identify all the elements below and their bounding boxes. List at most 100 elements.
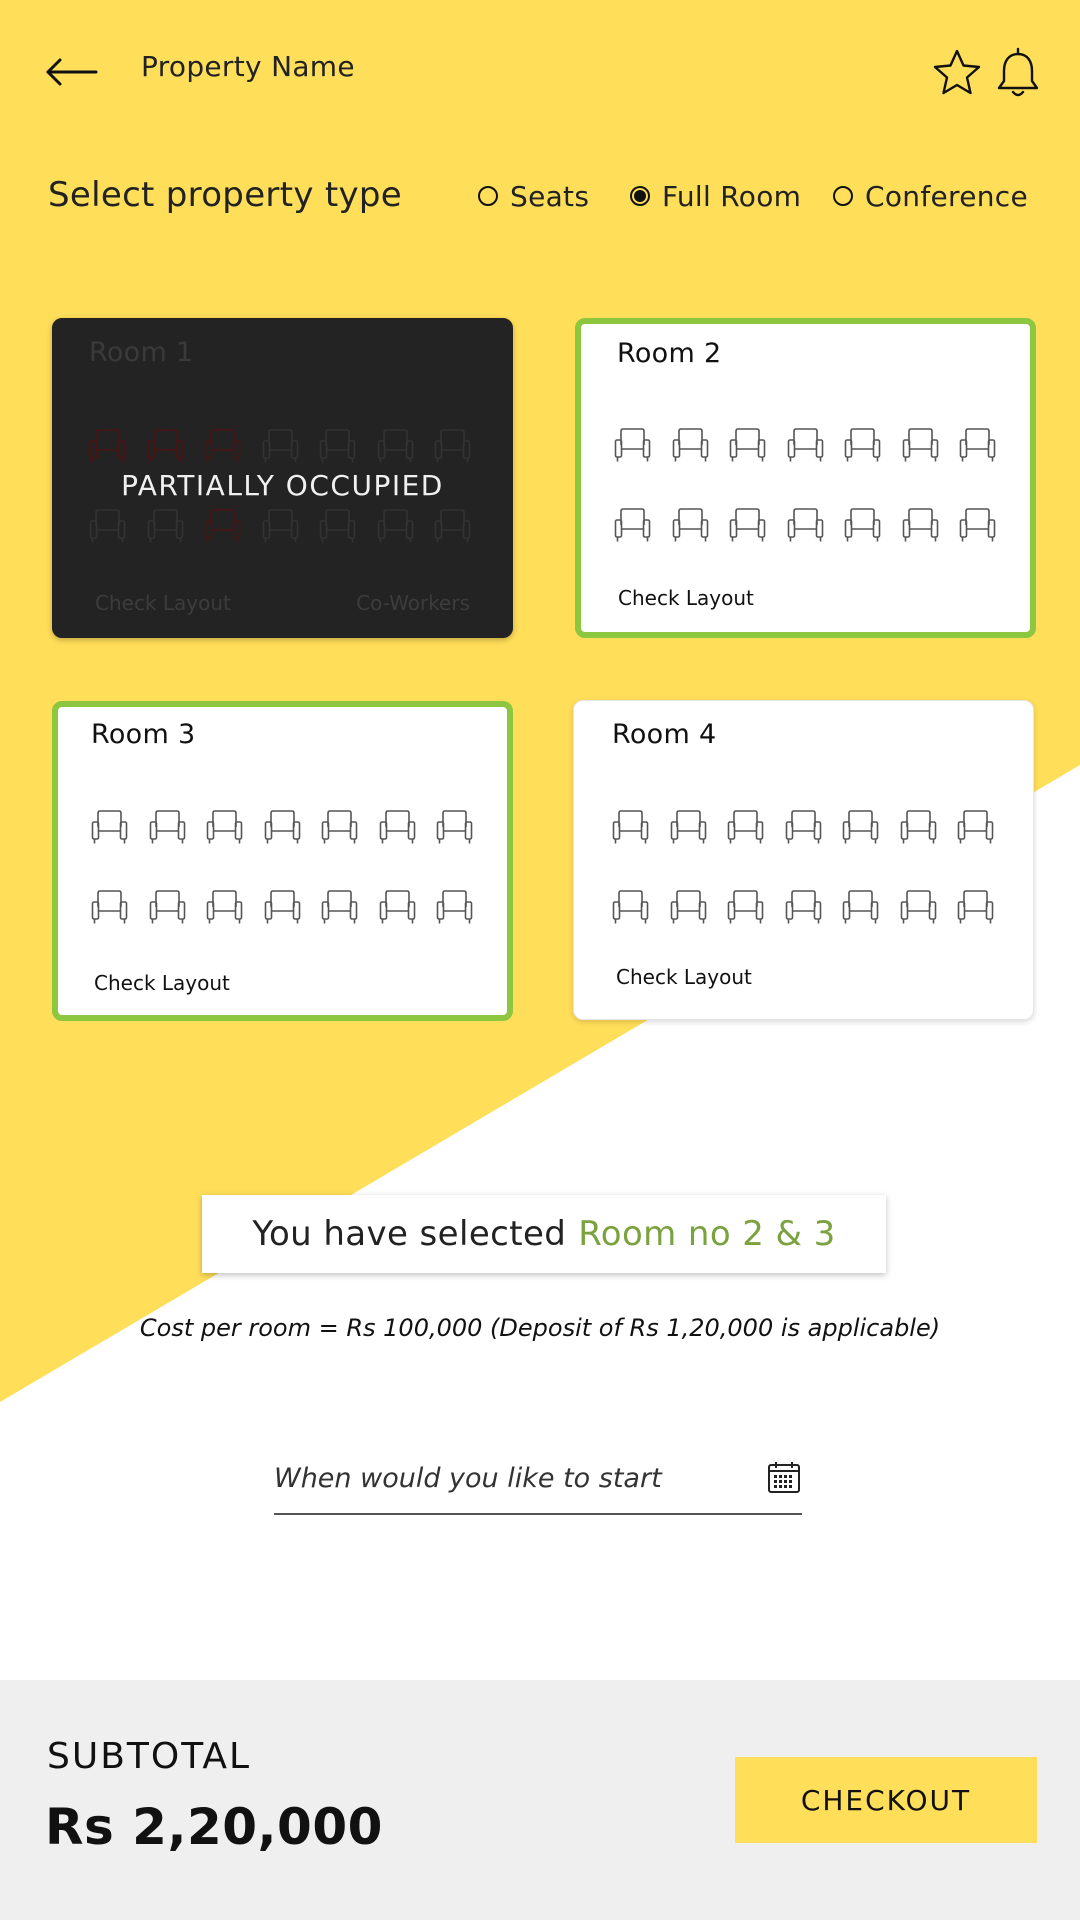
seat-icon: [900, 890, 936, 924]
seat-icon: [612, 810, 649, 844]
seat-icon: [436, 810, 473, 844]
check-layout-link[interactable]: Check Layout: [618, 586, 754, 610]
property-type-radio-group: Seats Full Room Conference: [0, 176, 1080, 216]
seat-icon: [727, 890, 764, 924]
seat-icon: [91, 890, 128, 924]
seat-occupied-icon: [89, 429, 126, 463]
selection-summary: You have selected Room no 2 & 3: [202, 1195, 886, 1273]
seat-icon: [729, 508, 766, 542]
subtotal-amount: Rs 2,20,000: [45, 1798, 383, 1856]
seat-row: [612, 889, 994, 925]
seat-icon: [377, 509, 413, 543]
seat-row: [89, 508, 471, 544]
seat-icon: [436, 890, 473, 924]
seat-icon: [614, 508, 651, 542]
seat-icon: [787, 508, 823, 542]
co-workers-link[interactable]: Co-Workers: [356, 591, 470, 615]
bell-icon[interactable]: [995, 47, 1041, 99]
radio-unchecked-icon: [478, 186, 498, 206]
seat-icon: [321, 810, 358, 844]
radio-label: Full Room: [662, 179, 802, 213]
seat-icon: [785, 810, 821, 844]
seat-icon: [727, 810, 764, 844]
radio-label: Seats: [510, 179, 590, 213]
seat-icon: [264, 810, 300, 844]
seat-icon: [149, 890, 185, 924]
seat-icon: [149, 810, 185, 844]
seat-icon: [902, 508, 938, 542]
seat-icon: [434, 429, 471, 463]
radio-unchecked-icon: [833, 186, 853, 206]
seat-occupied-icon: [204, 429, 241, 463]
seat-row: [612, 809, 994, 845]
app-header: Property Name: [0, 0, 1080, 140]
seat-icon: [206, 890, 243, 924]
room-title: Room 2: [617, 338, 722, 369]
room-card-4[interactable]: Room 4 Check Layout: [573, 700, 1034, 1020]
seat-icon: [379, 810, 415, 844]
seat-row: [91, 889, 473, 925]
check-layout-link[interactable]: Check Layout: [616, 965, 752, 989]
seat-icon: [206, 810, 243, 844]
checkout-button[interactable]: CHECKOUT: [735, 1757, 1037, 1843]
room-card-3[interactable]: Room 3 Check Layout: [52, 701, 513, 1021]
seat-icon: [672, 508, 708, 542]
start-date-placeholder: When would you like to start: [274, 1463, 662, 1494]
calendar-icon[interactable]: [767, 1460, 801, 1494]
seat-icon: [842, 810, 879, 844]
seat-row: [89, 428, 471, 464]
seat-icon: [729, 428, 766, 462]
seat-icon: [670, 810, 706, 844]
page-title: Property Name: [141, 50, 355, 83]
seat-icon: [842, 890, 879, 924]
radio-full-room[interactable]: Full Room: [630, 176, 801, 216]
seat-row: [614, 507, 996, 543]
seat-icon: [959, 428, 996, 462]
seat-icon: [959, 508, 996, 542]
radio-seats[interactable]: Seats: [478, 176, 589, 216]
radio-label: Conference: [865, 179, 1029, 213]
radio-checked-icon: [630, 186, 650, 206]
seat-icon: [900, 810, 936, 844]
seat-icon: [319, 429, 356, 463]
checkout-footer: SUBTOTAL Rs 2,20,000 CHECKOUT: [0, 1680, 1080, 1920]
seat-icon: [91, 810, 128, 844]
star-icon[interactable]: [932, 48, 982, 96]
seat-icon: [321, 890, 358, 924]
seat-icon: [377, 429, 413, 463]
seat-icon: [957, 810, 994, 844]
seat-icon: [379, 890, 415, 924]
cost-note: Cost per room = Rs 100,000 (Deposit of R…: [139, 1314, 941, 1342]
seat-icon: [785, 890, 821, 924]
seat-icon: [264, 890, 300, 924]
seat-icon: [319, 509, 356, 543]
seat-icon: [612, 890, 649, 924]
seat-icon: [89, 509, 126, 543]
arrow-left-icon[interactable]: [44, 52, 100, 92]
check-layout-link[interactable]: Check Layout: [95, 591, 231, 615]
seat-icon: [147, 509, 183, 543]
seat-icon: [787, 428, 823, 462]
occupancy-status: PARTIALLY OCCUPIED: [121, 469, 444, 502]
seat-icon: [434, 509, 471, 543]
room-title: Room 3: [91, 719, 196, 750]
radio-conference[interactable]: Conference: [833, 176, 1028, 216]
check-layout-link[interactable]: Check Layout: [94, 971, 230, 995]
start-date-field[interactable]: When would you like to start: [274, 1455, 802, 1515]
subtotal-label: SUBTOTAL: [47, 1736, 252, 1777]
seat-row: [614, 427, 996, 463]
seat-icon: [672, 428, 708, 462]
seat-occupied-icon: [204, 509, 241, 543]
seat-icon: [957, 890, 994, 924]
room-title: Room 4: [612, 719, 717, 750]
seat-icon: [670, 890, 706, 924]
room-card-2[interactable]: Room 2 Check Layout: [575, 318, 1036, 638]
seat-row: [91, 809, 473, 845]
room-card-1: Room 1 PARTIALLY OCCUPIED Check Layout C…: [52, 318, 513, 638]
seat-icon: [844, 428, 881, 462]
seat-icon: [902, 428, 938, 462]
seat-icon: [262, 429, 298, 463]
seat-icon: [262, 509, 298, 543]
selection-prefix: You have selected: [252, 1214, 567, 1254]
room-title: Room 1: [89, 337, 194, 368]
